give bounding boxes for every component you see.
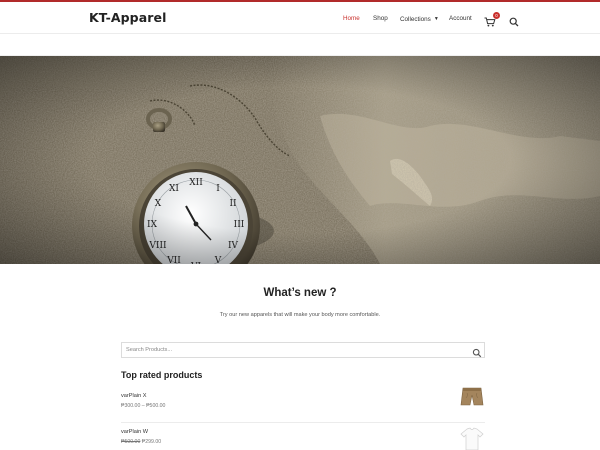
chevron-down-icon: ▼ [433, 16, 439, 22]
product-price: ₱300.00 – ₱500.00 [121, 403, 166, 409]
product-divider [121, 422, 485, 423]
site-logo[interactable]: KT-Apparel [89, 10, 167, 25]
product-name[interactable]: varPlain W [121, 429, 148, 435]
top-rated-heading: Top rated products [121, 370, 203, 380]
product-item: varPlain X ₱300.00 – ₱500.00 [121, 387, 485, 423]
product-search [121, 342, 485, 358]
section-subtitle: Try our new apparels that will make your… [219, 312, 381, 318]
shorts-image [460, 387, 484, 406]
header-divider [0, 33, 600, 34]
cart-count-badge: 0 [493, 12, 500, 19]
product-item: varPlain W ₱500.00 ₱299.00 [121, 427, 485, 450]
product-thumbnail[interactable] [459, 385, 485, 409]
nav-item-home[interactable]: Home [343, 13, 360, 25]
nav-item-account[interactable]: Account [449, 13, 472, 25]
nav-item-shop[interactable]: Shop [373, 13, 388, 25]
product-price: ₱500.00 ₱299.00 [121, 439, 161, 445]
search-icon [509, 17, 519, 27]
product-search-input[interactable] [126, 344, 456, 356]
hero-banner: XII I II III IV V VI VII VIII IX X XI [0, 56, 600, 264]
nav-item-collections[interactable]: Collections ▼ [400, 13, 439, 26]
search-icon [472, 348, 482, 358]
product-old-price: ₱500.00 [121, 439, 141, 445]
tshirt-image [460, 427, 484, 450]
section-title: What’s new ? [263, 287, 337, 299]
product-name[interactable]: varPlain X [121, 393, 147, 399]
product-sale-price: ₱299.00 [141, 439, 162, 445]
site-header: KT-Apparel Home Shop Collections ▼ Accoun… [0, 2, 600, 33]
product-search-submit[interactable] [472, 345, 482, 358]
product-thumbnail[interactable] [459, 427, 485, 450]
header-search-button[interactable] [509, 14, 519, 27]
nav-item-collections-label: Collections [400, 16, 431, 23]
hero-image: XII I II III IV V VI VII VIII IX X XI [0, 56, 600, 264]
